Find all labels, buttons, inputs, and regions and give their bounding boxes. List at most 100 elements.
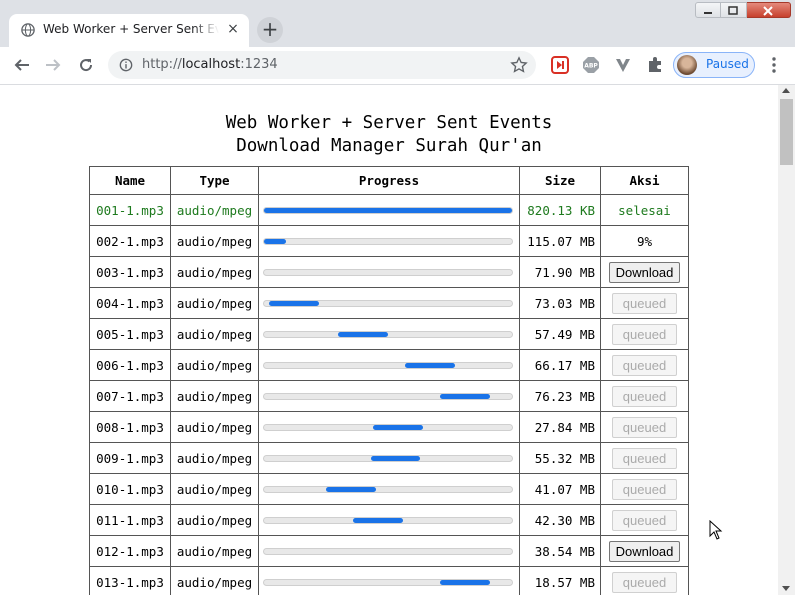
scroll-down-arrow-icon[interactable]	[782, 586, 790, 591]
file-type-cell: audio/mpeg	[170, 256, 259, 288]
progress-cell	[258, 256, 520, 288]
action-cell: queued	[600, 566, 689, 595]
progress-bar	[263, 237, 513, 245]
file-name-cell: 008-1.mp3	[89, 411, 171, 443]
file-name-cell: 012-1.mp3	[89, 535, 171, 567]
close-icon	[763, 6, 773, 16]
media-ext-icon[interactable]	[551, 56, 569, 74]
new-tab-button[interactable]: +	[257, 17, 283, 43]
action-cell: queued	[600, 287, 689, 319]
progress-bar	[263, 485, 513, 493]
status-percent-text: 9%	[636, 233, 653, 249]
file-name-cell: 002-1.mp3	[89, 225, 171, 257]
queued-button: queued	[611, 323, 678, 345]
file-name-cell: 001-1.mp3	[89, 194, 171, 226]
reload-button[interactable]	[74, 53, 98, 77]
browser-tab[interactable]: Web Worker + Server Sent Events ×	[9, 14, 249, 48]
action-cell: queued	[600, 411, 689, 443]
queued-button: queued	[611, 385, 678, 407]
avatar	[677, 55, 697, 75]
url-port: :1234	[240, 57, 278, 72]
globe-icon	[21, 23, 35, 37]
svg-text:ABP: ABP	[584, 63, 598, 70]
file-name-cell: 004-1.mp3	[89, 287, 171, 319]
address-bar[interactable]: http://localhost:1234	[108, 51, 536, 79]
download-button[interactable]: Download	[608, 261, 681, 283]
profile-button[interactable]: Paused	[673, 52, 755, 78]
progress-fill	[440, 579, 490, 585]
column-header-name: Name	[89, 166, 171, 195]
minimize-button[interactable]	[695, 2, 721, 18]
progress-bar	[263, 206, 513, 214]
scroll-up-arrow-icon[interactable]	[782, 88, 790, 93]
queued-button: queued	[611, 509, 678, 531]
action-cell: queued	[600, 349, 689, 381]
column-header-size: Size	[519, 166, 601, 195]
file-size-cell: 71.90 MB	[519, 256, 601, 288]
download-button[interactable]: Download	[608, 540, 681, 562]
table-row: 012-1.mp3 audio/mpeg 38.54 MB Download	[89, 535, 689, 567]
tab-close-icon[interactable]: ×	[225, 21, 241, 37]
url-text[interactable]: http://localhost:1234	[142, 57, 278, 72]
table-row: 007-1.mp3 audio/mpeg 76.23 MB queued	[89, 380, 689, 412]
queued-button: queued	[611, 354, 678, 376]
forward-arrow-icon	[46, 59, 61, 71]
adblock-icon[interactable]: ABP	[582, 56, 600, 74]
info-icon[interactable]	[119, 58, 133, 72]
file-type-cell: audio/mpeg	[170, 349, 259, 381]
scroll-thumb[interactable]	[780, 99, 793, 165]
table-row: 006-1.mp3 audio/mpeg 66.17 MB queued	[89, 349, 689, 381]
page-title: Web Worker + Server Sent Events Download…	[0, 112, 778, 158]
progress-bar	[263, 299, 513, 307]
table-row: 003-1.mp3 audio/mpeg 71.90 MB Download	[89, 256, 689, 288]
file-name-cell: 013-1.mp3	[89, 566, 171, 595]
vpn-icon[interactable]	[614, 56, 632, 74]
action-cell: queued	[600, 473, 689, 505]
file-size-cell: 73.03 MB	[519, 287, 601, 319]
url-host: localhost	[181, 57, 241, 72]
column-header-action: Aksi	[600, 166, 689, 195]
table-row: 013-1.mp3 audio/mpeg 18.57 MB queued	[89, 566, 689, 595]
progress-fill	[338, 331, 388, 337]
progress-bar	[263, 423, 513, 431]
file-size-cell: 57.49 MB	[519, 318, 601, 350]
back-button[interactable]	[10, 53, 34, 77]
action-cell: queued	[600, 504, 689, 536]
progress-bar	[263, 454, 513, 462]
puzzle-icon[interactable]	[646, 56, 664, 74]
page-title-line-1: Web Worker + Server Sent Events	[225, 113, 553, 133]
action-cell: queued	[600, 318, 689, 350]
file-type-cell: audio/mpeg	[170, 473, 259, 505]
close-window-button[interactable]	[747, 2, 791, 18]
column-header-progress: Progress	[258, 166, 520, 195]
maximize-button[interactable]	[721, 2, 747, 18]
file-size-cell: 76.23 MB	[519, 380, 601, 412]
file-type-cell: audio/mpeg	[170, 318, 259, 350]
action-cell: selesai	[600, 194, 689, 226]
progress-fill	[264, 207, 512, 213]
progress-fill	[268, 300, 319, 306]
vertical-scrollbar[interactable]	[778, 85, 795, 595]
progress-cell	[258, 442, 520, 474]
action-cell: Download	[600, 535, 689, 567]
file-size-cell: 820.13 KB	[519, 194, 601, 226]
file-type-cell: audio/mpeg	[170, 535, 259, 567]
file-size-cell: 42.30 MB	[519, 504, 601, 536]
tab-strip: Web Worker + Server Sent Events × +	[0, 0, 795, 48]
progress-cell	[258, 535, 520, 567]
star-icon[interactable]	[510, 56, 528, 74]
progress-cell	[258, 473, 520, 505]
queued-button: queued	[611, 478, 678, 500]
queued-button: queued	[611, 571, 678, 593]
progress-cell	[258, 287, 520, 319]
minimize-icon	[704, 12, 712, 14]
forward-button[interactable]	[41, 53, 65, 77]
table-row: 009-1.mp3 audio/mpeg 55.32 MB queued	[89, 442, 689, 474]
browser-toolbar: http://localhost:1234 ABP Paused	[0, 47, 795, 85]
file-type-cell: audio/mpeg	[170, 194, 259, 226]
kebab-menu-icon[interactable]	[765, 56, 783, 74]
table-header-row: Name Type Progress Size Aksi	[89, 166, 689, 195]
progress-bar	[263, 578, 513, 586]
table-row: 004-1.mp3 audio/mpeg 73.03 MB queued	[89, 287, 689, 319]
file-type-cell: audio/mpeg	[170, 411, 259, 443]
